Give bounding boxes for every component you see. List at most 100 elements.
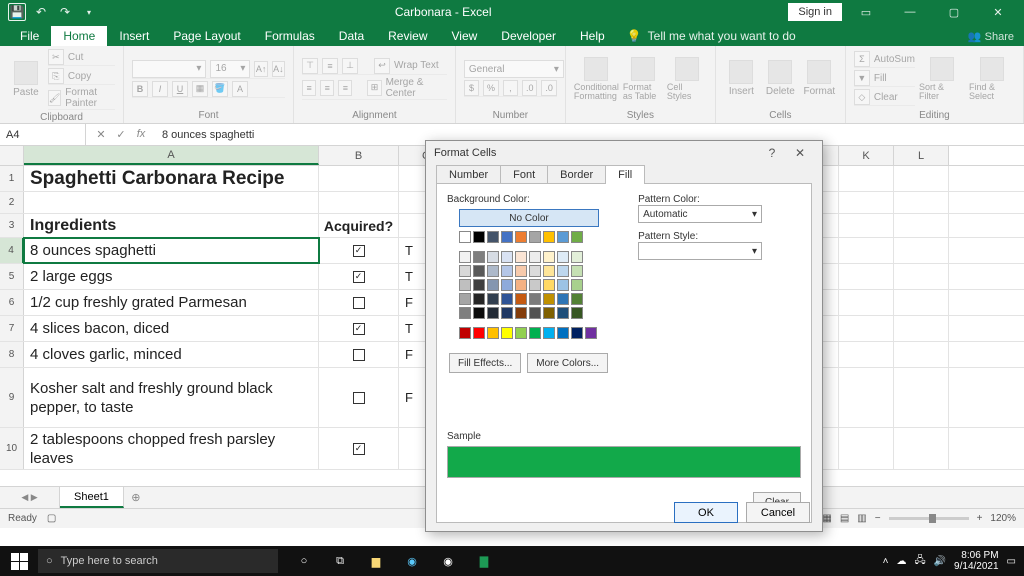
tray-network-icon[interactable]: 🖧	[914, 553, 925, 570]
color-swatch[interactable]	[473, 279, 485, 291]
dialog-tab-fill[interactable]: Fill	[605, 165, 645, 184]
color-swatch[interactable]	[571, 265, 583, 277]
find-select-button[interactable]: Find & Select	[969, 49, 1015, 108]
cell[interactable]: Acquired?	[319, 214, 399, 237]
tab-data[interactable]: Data	[327, 26, 376, 46]
cell[interactable]	[319, 166, 399, 191]
font-color-button[interactable]: A	[232, 81, 248, 97]
increase-decimal-icon[interactable]: .0	[522, 80, 537, 96]
sign-in-button[interactable]: Sign in	[788, 3, 842, 21]
tab-insert[interactable]: Insert	[107, 26, 161, 46]
row-header[interactable]: 6	[0, 290, 24, 315]
color-swatch[interactable]	[529, 251, 541, 263]
checkbox[interactable]: ✓	[353, 323, 365, 335]
cell[interactable]: Ingredients	[24, 214, 319, 237]
color-swatch[interactable]	[459, 251, 471, 263]
cell[interactable]	[894, 428, 949, 469]
cell[interactable]	[839, 290, 894, 315]
color-swatch[interactable]	[515, 307, 527, 319]
column-header[interactable]: L	[894, 146, 949, 165]
enter-formula-icon[interactable]: ✓	[114, 128, 128, 141]
color-swatch[interactable]	[529, 231, 541, 243]
cell[interactable]	[894, 368, 949, 427]
color-swatch[interactable]	[501, 307, 513, 319]
decrease-font-icon[interactable]: A↓	[272, 61, 285, 77]
zoom-out-icon[interactable]: −	[875, 513, 881, 524]
cell[interactable]: 2 large eggs	[24, 264, 319, 289]
zoom-level[interactable]: 120%	[990, 513, 1016, 524]
cell[interactable]	[894, 192, 949, 213]
color-swatch[interactable]	[473, 327, 485, 339]
conditional-formatting-button[interactable]: Conditional Formatting	[574, 49, 619, 108]
color-swatch[interactable]	[515, 293, 527, 305]
color-swatch[interactable]	[557, 265, 569, 277]
color-swatch[interactable]	[557, 231, 569, 243]
color-swatch[interactable]	[515, 279, 527, 291]
color-swatch[interactable]	[473, 307, 485, 319]
underline-button[interactable]: U	[172, 81, 188, 97]
cell[interactable]	[839, 214, 894, 237]
color-swatch[interactable]	[501, 279, 513, 291]
italic-button[interactable]: I	[152, 81, 168, 97]
cell[interactable]: ✓	[319, 238, 399, 263]
fill-effects-button[interactable]: Fill Effects...	[449, 353, 521, 373]
undo-icon[interactable]: ↶	[32, 3, 50, 21]
color-swatch[interactable]	[515, 231, 527, 243]
cell[interactable]	[894, 290, 949, 315]
color-swatch[interactable]	[543, 265, 555, 277]
color-swatch[interactable]	[557, 307, 569, 319]
checkbox[interactable]	[353, 297, 365, 309]
sheet-tab[interactable]: Sheet1	[60, 487, 124, 508]
color-swatch[interactable]	[529, 265, 541, 277]
tab-view[interactable]: View	[440, 26, 490, 46]
pattern-color-select[interactable]: Automatic▾	[638, 205, 762, 223]
cell[interactable]	[894, 214, 949, 237]
color-swatch[interactable]	[501, 251, 513, 263]
color-swatch[interactable]	[571, 279, 583, 291]
increase-font-icon[interactable]: A↑	[254, 61, 267, 77]
close-icon[interactable]: ✕	[978, 0, 1018, 24]
task-view-icon[interactable]: ⧉	[322, 546, 358, 576]
bold-button[interactable]: B	[132, 81, 148, 97]
cell[interactable]: Spaghetti Carbonara Recipe	[24, 166, 319, 191]
fill-color-button[interactable]: 🪣	[212, 81, 228, 97]
color-swatch[interactable]	[543, 231, 555, 243]
task-chrome-icon[interactable]: ◉	[430, 546, 466, 576]
task-edge-icon[interactable]: ◉	[394, 546, 430, 576]
color-swatch[interactable]	[487, 265, 499, 277]
row-header[interactable]: 10	[0, 428, 24, 469]
insert-cells-button[interactable]: Insert	[724, 49, 759, 108]
fx-icon[interactable]: fx	[134, 128, 148, 141]
pattern-style-select[interactable]: ▾	[638, 242, 762, 260]
copy-button[interactable]: ⎘Copy	[48, 68, 115, 85]
comma-icon[interactable]: ,	[503, 80, 518, 96]
macro-record-icon[interactable]: ▢	[47, 513, 56, 524]
color-swatch[interactable]	[459, 265, 471, 277]
maximize-icon[interactable]: ▢	[934, 0, 974, 24]
color-swatch[interactable]	[571, 293, 583, 305]
select-all-corner[interactable]	[0, 146, 24, 165]
align-left-icon[interactable]: ≡	[302, 80, 316, 96]
cell[interactable]: 2 tablespoons chopped fresh parsley leav…	[24, 428, 319, 469]
cut-button[interactable]: ✂Cut	[48, 49, 115, 66]
color-swatch[interactable]	[487, 251, 499, 263]
color-swatch[interactable]	[543, 293, 555, 305]
color-swatch[interactable]	[473, 293, 485, 305]
taskbar-search[interactable]: ○Type here to search	[38, 549, 278, 573]
align-bottom-icon[interactable]: ⊥	[342, 58, 358, 74]
align-middle-icon[interactable]: ≡	[322, 58, 338, 74]
merge-center-button[interactable]: ⊞	[367, 80, 381, 96]
color-swatch[interactable]	[543, 327, 555, 339]
cell[interactable]	[894, 316, 949, 341]
task-cortana-icon[interactable]: ○	[286, 546, 322, 576]
currency-icon[interactable]: $	[464, 80, 479, 96]
color-swatch[interactable]	[515, 265, 527, 277]
autosum-button[interactable]: ΣAutoSum	[854, 51, 915, 68]
ribbon-display-icon[interactable]: ▭	[846, 0, 886, 24]
color-swatch[interactable]	[543, 251, 555, 263]
color-swatch[interactable]	[487, 293, 499, 305]
cell[interactable]	[319, 342, 399, 367]
view-normal-icon[interactable]: ▦	[822, 513, 831, 524]
color-swatch[interactable]	[543, 279, 555, 291]
row-header[interactable]: 9	[0, 368, 24, 427]
